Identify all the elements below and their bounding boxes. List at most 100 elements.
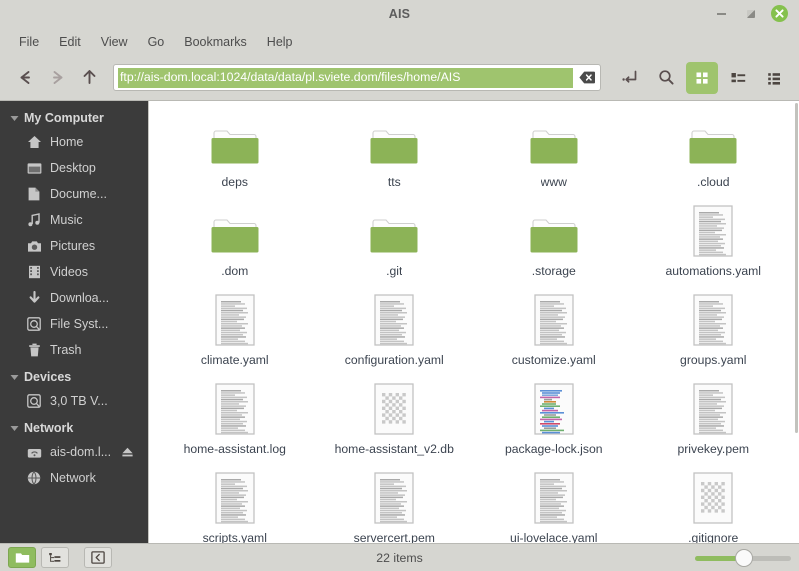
file-item[interactable]: groups.yaml xyxy=(634,287,794,376)
grid-view-icon xyxy=(696,72,708,84)
sidebar-item-label: Home xyxy=(50,135,84,149)
sidebar-group-my-computer[interactable]: My Computer xyxy=(0,107,148,129)
sidebar-item-downloads[interactable]: Downloa... xyxy=(0,285,148,311)
menu-bookmarks[interactable]: Bookmarks xyxy=(174,32,257,52)
sidebar-item-music[interactable]: Music xyxy=(0,207,148,233)
file-grid-area[interactable]: deps tts www .cloud .dom .git .storage automati… xyxy=(148,101,799,543)
vertical-scrollbar[interactable] xyxy=(794,101,799,543)
zoom-slider[interactable] xyxy=(695,548,791,568)
arrow-up-icon xyxy=(83,70,95,84)
minimize-icon[interactable] xyxy=(713,5,730,22)
menu-view[interactable]: View xyxy=(91,32,138,52)
item-label: servercert.pem xyxy=(353,531,435,543)
file-item[interactable]: scripts.yaml xyxy=(155,465,315,543)
file-item[interactable]: privekey.pem xyxy=(634,376,794,465)
text-icon xyxy=(534,472,574,524)
menu-edit[interactable]: Edit xyxy=(49,32,91,52)
folder-item[interactable]: tts xyxy=(315,109,475,198)
drive-icon xyxy=(26,394,42,408)
item-count-label: 22 items xyxy=(376,550,423,565)
status-bar: 22 items xyxy=(0,543,799,571)
file-item[interactable]: home-assistant.log xyxy=(155,376,315,465)
network-share-icon xyxy=(26,446,42,459)
file-item[interactable]: home-assistant_v2.db xyxy=(315,376,475,465)
arrow-right-icon xyxy=(52,71,62,84)
eject-icon[interactable] xyxy=(121,446,142,458)
menu-go[interactable]: Go xyxy=(138,32,175,52)
icon-view-button[interactable] xyxy=(686,61,718,94)
text-icon xyxy=(374,472,414,524)
file-item[interactable]: automations.yaml xyxy=(634,198,794,287)
toggle-view-mode-button[interactable] xyxy=(8,547,36,568)
text-icon xyxy=(215,294,255,346)
text-icon xyxy=(693,294,733,346)
search-button[interactable] xyxy=(650,62,682,94)
sidebar-group-label: Network xyxy=(24,421,74,435)
path-bar[interactable]: ftp://ais-dom.local:1024/data/data/pl.sv… xyxy=(113,64,601,91)
text-icon xyxy=(215,383,255,435)
compact-view-button[interactable] xyxy=(758,62,790,94)
open-terminal-button[interactable] xyxy=(614,62,646,94)
file-item[interactable]: configuration.yaml xyxy=(315,287,475,376)
item-label: automations.yaml xyxy=(665,264,761,278)
folder-icon xyxy=(528,205,580,257)
sidebar-item-trash[interactable]: Trash xyxy=(0,337,148,363)
folder-item[interactable]: .git xyxy=(315,198,475,287)
menu-file[interactable]: File xyxy=(9,32,49,52)
item-label: .gitignore xyxy=(688,531,739,543)
item-label: customize.yaml xyxy=(511,353,596,367)
file-item[interactable]: ui-lovelace.yaml xyxy=(474,465,634,543)
code-icon xyxy=(534,383,574,435)
sidebar-item-file-system[interactable]: File Syst... xyxy=(0,311,148,337)
item-label: ui-lovelace.yaml xyxy=(510,531,598,543)
back-button[interactable] xyxy=(9,62,41,94)
sidebar-item-label: Docume... xyxy=(50,187,107,201)
file-item[interactable]: climate.yaml xyxy=(155,287,315,376)
folder-item[interactable]: www xyxy=(474,109,634,198)
folder-item[interactable]: .dom xyxy=(155,198,315,287)
clear-icon[interactable] xyxy=(577,68,596,87)
sidebar-item-documents[interactable]: Docume... xyxy=(0,181,148,207)
sidebar-item-label: Music xyxy=(50,213,83,227)
sidebar-group-devices[interactable]: Devices xyxy=(0,366,148,388)
item-label: .git xyxy=(386,264,403,278)
forward-button[interactable] xyxy=(41,62,73,94)
tree-view-button[interactable] xyxy=(41,547,69,568)
file-item[interactable]: customize.yaml xyxy=(474,287,634,376)
sidebar-item-pictures[interactable]: Pictures xyxy=(0,233,148,259)
file-item[interactable]: package-lock.json xyxy=(474,376,634,465)
folder-item[interactable]: deps xyxy=(155,109,315,198)
compact-list-view-icon xyxy=(767,72,780,85)
text-icon xyxy=(534,294,574,346)
toggle-sidebar-button[interactable] xyxy=(84,547,112,568)
up-button[interactable] xyxy=(73,62,105,94)
item-label: .storage xyxy=(531,264,576,278)
chevron-down-icon xyxy=(8,115,21,122)
sidebar-item-ais-dom-share[interactable]: ais-dom.l... xyxy=(0,439,148,465)
folder-item[interactable]: .cloud xyxy=(634,109,794,198)
sidebar-group-network[interactable]: Network xyxy=(0,417,148,439)
filesystem-icon xyxy=(26,317,42,331)
arrow-left-icon xyxy=(20,71,30,84)
folder-item[interactable]: .storage xyxy=(474,198,634,287)
item-label: climate.yaml xyxy=(200,353,269,367)
sidebar-item-label: Videos xyxy=(50,265,88,279)
sidebar-item-label: Trash xyxy=(50,343,82,357)
sidebar: My Computer Home Desktop Docume... Music… xyxy=(0,101,148,543)
sidebar-item-videos[interactable]: Videos xyxy=(0,259,148,285)
slider-knob[interactable] xyxy=(735,548,753,567)
sidebar-item-label: Pictures xyxy=(50,239,96,253)
maximize-icon[interactable] xyxy=(742,5,759,22)
file-item[interactable]: .gitignore xyxy=(634,465,794,543)
close-icon[interactable] xyxy=(771,5,788,22)
desktop-icon xyxy=(26,162,42,175)
sidebar-item-drive[interactable]: 3,0 TB V... xyxy=(0,388,148,414)
list-view-button[interactable] xyxy=(722,62,754,94)
sidebar-item-network[interactable]: Network xyxy=(0,465,148,491)
folder-icon xyxy=(368,205,420,257)
path-input[interactable]: ftp://ais-dom.local:1024/data/data/pl.sv… xyxy=(118,67,573,88)
file-item[interactable]: servercert.pem xyxy=(315,465,475,543)
menu-help[interactable]: Help xyxy=(257,32,303,52)
sidebar-item-desktop[interactable]: Desktop xyxy=(0,155,148,181)
sidebar-item-home[interactable]: Home xyxy=(0,129,148,155)
